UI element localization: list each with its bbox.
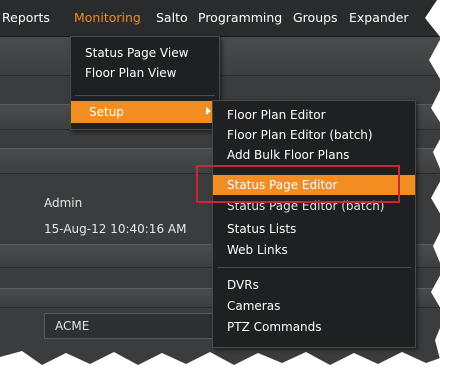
menu-item-cameras[interactable]: Cameras bbox=[213, 296, 415, 316]
menu-expander[interactable]: Expander bbox=[349, 0, 409, 36]
menu-item-status-lists[interactable]: Status Lists bbox=[213, 219, 415, 239]
application-window: Admin 15-Aug-12 10:40:16 AM ACME Reports… bbox=[0, 0, 449, 371]
user-name: Admin bbox=[44, 196, 83, 210]
menu-separator bbox=[217, 267, 411, 268]
menu-item-setup-label: Setup bbox=[89, 105, 124, 119]
menu-item-status-page-editor[interactable]: Status Page Editor bbox=[213, 175, 415, 195]
submenu-arrow-icon bbox=[206, 107, 211, 115]
menu-item-floor-plan-editor-batch[interactable]: Floor Plan Editor (batch) bbox=[213, 125, 415, 145]
menu-item-dvrs[interactable]: DVRs bbox=[213, 275, 415, 295]
menu-groups[interactable]: Groups bbox=[293, 0, 338, 36]
monitoring-menu: Status Page View Floor Plan View Setup bbox=[70, 36, 220, 130]
menu-item-ptz-commands[interactable]: PTZ Commands bbox=[213, 317, 415, 337]
menu-separator bbox=[75, 95, 215, 96]
company-value: ACME bbox=[55, 319, 90, 333]
menu-item-status-page-editor-batch[interactable]: Status Page Editor (batch) bbox=[213, 196, 415, 216]
menu-item-status-page-view[interactable]: Status Page View bbox=[71, 43, 219, 63]
setup-submenu: Floor Plan Editor Floor Plan Editor (bat… bbox=[212, 100, 416, 348]
menu-item-floor-plan-view[interactable]: Floor Plan View bbox=[71, 63, 219, 83]
menu-programming[interactable]: Programming bbox=[198, 0, 282, 36]
menu-item-setup[interactable]: Setup bbox=[71, 101, 219, 123]
menu-salto[interactable]: Salto bbox=[156, 0, 188, 36]
menu-item-floor-plan-editor[interactable]: Floor Plan Editor bbox=[213, 105, 415, 125]
menu-bar: Reports Monitoring Salto Programming Gro… bbox=[0, 0, 440, 37]
menu-item-web-links[interactable]: Web Links bbox=[213, 240, 415, 260]
menu-item-add-bulk-floor-plans[interactable]: Add Bulk Floor Plans bbox=[213, 145, 415, 165]
company-field[interactable]: ACME bbox=[44, 313, 214, 339]
toolbar-band bbox=[0, 36, 440, 76]
menu-monitoring[interactable]: Monitoring bbox=[74, 0, 141, 36]
datetime-label: 15-Aug-12 10:40:16 AM bbox=[44, 222, 187, 236]
menu-reports[interactable]: Reports bbox=[2, 0, 50, 36]
